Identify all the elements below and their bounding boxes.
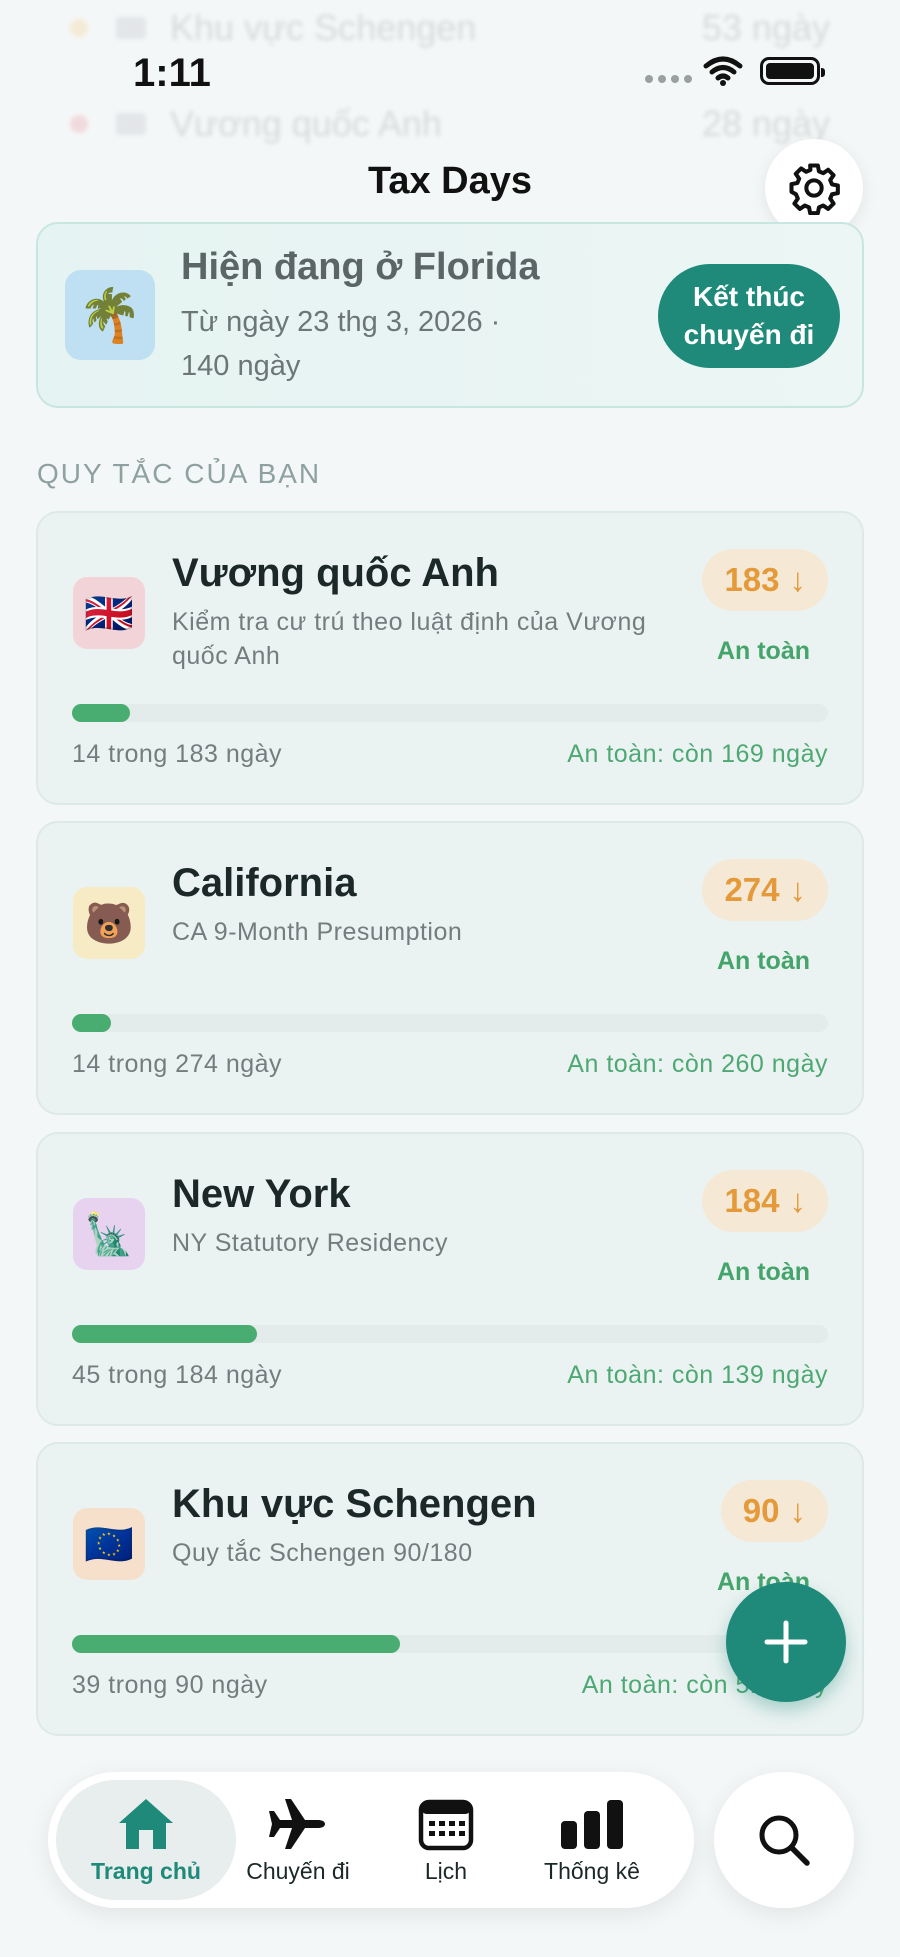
rule-limit-badge: 184 ↓	[702, 1170, 828, 1232]
flag-icon	[116, 113, 146, 135]
rule-card-uk[interactable]: 🇬🇧 Vương quốc Anh Kiểm tra cư trú theo l…	[36, 511, 864, 805]
background-row-uk: Vương quốc Anh 28 ngày	[70, 103, 830, 144]
progress-fill	[72, 704, 130, 722]
eu-flag-icon: 🇪🇺	[73, 1508, 145, 1580]
background-row-name: Vương quốc Anh	[170, 103, 442, 144]
house-icon	[119, 1798, 173, 1849]
rule-title: California	[172, 861, 357, 905]
wifi-icon	[703, 56, 743, 86]
days-remaining: An toàn: còn 260 ngày	[567, 1050, 828, 1078]
battery-icon	[760, 57, 825, 85]
search-icon	[759, 1815, 810, 1866]
progress-track	[72, 1014, 828, 1032]
progress-fill	[72, 1325, 257, 1343]
progress-track	[72, 704, 828, 722]
calendar-icon	[418, 1799, 474, 1850]
status-dot	[70, 115, 88, 133]
rule-card-new-york[interactable]: 🗽 New York NY Statutory Residency 184 ↓ A…	[36, 1132, 864, 1426]
days-used: 45 trong 184 ngày	[72, 1361, 283, 1389]
status-dot	[70, 19, 88, 37]
rules-section-heading: QUY TẮC CỦA BẠN	[37, 458, 322, 489]
uk-flag-icon: 🇬🇧	[73, 577, 145, 649]
end-trip-button[interactable]: Kết thúc chuyến đi	[658, 264, 840, 368]
days-remaining: An toàn: còn 139 ngày	[567, 1361, 828, 1389]
palm-tree-icon: 🌴	[65, 270, 155, 360]
rule-status: An toàn	[716, 637, 810, 665]
days-used: 14 trong 183 ngày	[72, 740, 283, 768]
add-rule-button[interactable]	[726, 1582, 846, 1702]
rule-limit: 90	[742, 1492, 780, 1529]
status-time: 1:11	[133, 51, 211, 95]
cellular-signal-icon	[645, 75, 692, 83]
search-button[interactable]	[714, 1772, 854, 1908]
tab-label: Chuyến đi	[246, 1857, 350, 1884]
rule-card-schengen[interactable]: 🇪🇺 Khu vực Schengen Quy tắc Schengen 90/…	[36, 1442, 864, 1736]
current-trip-subtitle: Từ ngày 23 thg 3, 2026 · 140 ngày	[181, 306, 501, 382]
gear-icon	[789, 163, 840, 215]
rule-limit-badge: 90 ↓	[720, 1480, 828, 1542]
background-row-name: Khu vực Schengen	[170, 7, 477, 48]
rule-limit-badge: 274 ↓	[702, 859, 828, 921]
bear-icon: 🐻	[73, 887, 145, 959]
rule-title: New York	[172, 1172, 351, 1216]
current-trip-title: Hiện đang ở Florida	[181, 246, 540, 288]
rule-limit: 274	[724, 871, 780, 908]
rule-title: Khu vực Schengen	[172, 1482, 537, 1526]
tab-label: Lịch	[424, 1857, 468, 1884]
rule-limit: 184	[724, 1182, 780, 1219]
flag-icon	[116, 17, 146, 39]
rule-status: An toàn	[716, 1258, 810, 1286]
plus-icon	[764, 1620, 808, 1664]
days-used: 14 trong 274 ngày	[72, 1050, 283, 1078]
rule-status: An toàn	[716, 947, 810, 975]
progress-fill	[72, 1635, 400, 1653]
background-row-days: 53 ngày	[701, 7, 830, 48]
days-remaining: An toàn: còn 169 ngày	[567, 740, 828, 768]
current-trip-card[interactable]: 🌴 Hiện đang ở Florida Từ ngày 23 thg 3, …	[36, 222, 864, 408]
progress-track	[72, 1635, 828, 1653]
tab-bar: Trang chủ Chuyến đi Lịch Thống kê	[48, 1772, 694, 1908]
rule-card-california[interactable]: 🐻 California CA 9-Month Presumption 274 ↓…	[36, 821, 864, 1115]
status-bar: 1:11	[0, 45, 900, 101]
airplane-icon	[269, 1798, 325, 1849]
background-row-schengen: Khu vực Schengen 53 ngày	[70, 7, 830, 48]
arrow-down-icon: ↓	[789, 1182, 807, 1219]
days-used: 39 trong 90 ngày	[72, 1671, 268, 1699]
rule-description: NY Statutory Residency	[172, 1229, 448, 1257]
arrow-down-icon: ↓	[789, 561, 807, 598]
tab-label: Trang chủ	[91, 1857, 201, 1884]
bar-chart-icon	[561, 1799, 623, 1849]
rule-limit: 183	[724, 561, 780, 598]
rule-title: Vương quốc Anh	[172, 551, 499, 595]
progress-fill	[72, 1014, 111, 1032]
rule-description: Kiểm tra cư trú theo luật định của Vương…	[172, 608, 647, 670]
rule-description: Quy tắc Schengen 90/180	[172, 1539, 473, 1567]
tab-stats[interactable]: Thống kê	[502, 1780, 682, 1900]
arrow-down-icon: ↓	[789, 871, 807, 908]
statue-of-liberty-icon: 🗽	[73, 1198, 145, 1270]
tab-label: Thống kê	[544, 1857, 640, 1884]
rule-description: CA 9-Month Presumption	[172, 918, 463, 946]
progress-track	[72, 1325, 828, 1343]
arrow-down-icon: ↓	[789, 1492, 807, 1529]
rule-limit-badge: 183 ↓	[702, 549, 828, 611]
